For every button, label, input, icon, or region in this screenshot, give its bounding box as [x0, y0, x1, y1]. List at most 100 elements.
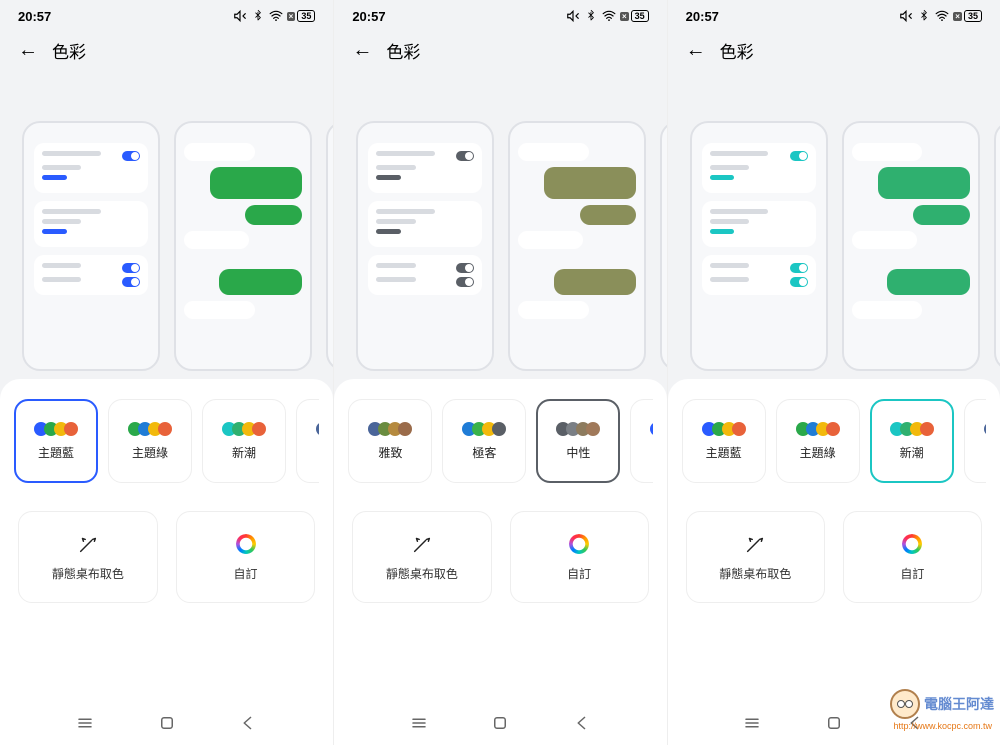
theme-label: 主題綠	[132, 444, 168, 461]
bottom-sheet: 雅致 極客 中性 主題藍 靜態桌布取色	[334, 379, 666, 745]
theme-card-yazhi[interactable]: 雅致	[964, 399, 986, 483]
status-bar: 20:57 × 35	[0, 0, 333, 28]
bottom-sheet: 主題藍 主題綠 新潮 雅致 靜態桌布取色	[668, 379, 1000, 745]
watermark-url: http://www.kocpc.com.tw	[893, 721, 992, 731]
wallpaper-pick-button[interactable]: 靜態桌布取色	[352, 511, 491, 603]
vowifi-icon: ×	[287, 12, 296, 21]
wallpaper-pick-label: 靜態桌布取色	[719, 565, 791, 582]
battery-level: 35	[631, 10, 649, 22]
preview-area[interactable]	[0, 77, 333, 379]
custom-color-button[interactable]: 自訂	[176, 511, 316, 603]
battery-level: 35	[964, 10, 982, 22]
theme-scroll[interactable]: 主題藍 主題綠 新潮 雅致	[14, 399, 319, 483]
preview-settings	[690, 121, 828, 371]
palette-dots	[702, 422, 746, 436]
preview-settings	[356, 121, 494, 371]
theme-scroll[interactable]: 主題藍 主題綠 新潮 雅致	[682, 399, 986, 483]
nav-recents-icon[interactable]	[743, 714, 761, 732]
bluetooth-icon	[917, 9, 931, 23]
preview-area[interactable]	[334, 77, 666, 379]
wand-icon	[77, 533, 99, 555]
mute-icon	[566, 9, 580, 23]
preview-chat	[508, 121, 646, 371]
preview-peek	[994, 121, 1000, 371]
wallpaper-pick-label: 靜態桌布取色	[386, 565, 458, 582]
nav-back-icon[interactable]	[573, 714, 591, 732]
custom-color-label: 自訂	[234, 565, 258, 582]
wallpaper-pick-label: 靜態桌布取色	[52, 565, 124, 582]
wifi-icon	[935, 9, 949, 23]
nav-home-icon[interactable]	[491, 714, 509, 732]
status-bar: 20:57 × 35	[668, 0, 1000, 28]
back-button[interactable]: ←	[352, 39, 372, 62]
wand-icon	[411, 533, 433, 555]
palette-dots	[462, 422, 506, 436]
theme-card-yazhi[interactable]: 雅致	[296, 399, 319, 483]
back-button[interactable]: ←	[686, 39, 706, 62]
theme-card-neutral[interactable]: 中性	[536, 399, 620, 483]
custom-color-label: 自訂	[900, 565, 924, 582]
bluetooth-icon	[584, 9, 598, 23]
nav-back-icon[interactable]	[239, 714, 257, 732]
color-ring-icon	[901, 533, 923, 555]
palette-dots	[650, 422, 652, 436]
panel-1: 20:57 × 35 ← 色彩	[333, 0, 666, 745]
theme-label: 中性	[566, 444, 590, 461]
mute-icon	[899, 9, 913, 23]
palette-dots	[128, 422, 172, 436]
theme-label: 主題藍	[706, 444, 742, 461]
palette-dots	[368, 422, 412, 436]
wifi-icon	[602, 9, 616, 23]
wallpaper-pick-button[interactable]: 靜態桌布取色	[686, 511, 825, 603]
palette-dots	[316, 422, 319, 436]
wifi-icon	[269, 9, 283, 23]
page-title: 色彩	[386, 38, 420, 63]
theme-card-trendy[interactable]: 新潮	[202, 399, 286, 483]
theme-label: 雅致	[378, 444, 402, 461]
nav-recents-icon[interactable]	[410, 714, 428, 732]
nav-home-icon[interactable]	[825, 714, 843, 732]
page-title: 色彩	[52, 38, 86, 63]
panel-2: 20:57 × 35 ← 色彩	[667, 0, 1000, 745]
bottom-sheet: 主題藍 主題綠 新潮 雅致 靜態桌布取色	[0, 379, 333, 745]
wallpaper-pick-button[interactable]: 靜態桌布取色	[18, 511, 158, 603]
nav-recents-icon[interactable]	[76, 714, 94, 732]
theme-label: 主題藍	[38, 444, 74, 461]
theme-card-trendy[interactable]: 新潮	[870, 399, 954, 483]
theme-card-geek[interactable]: 極客	[442, 399, 526, 483]
bluetooth-icon	[251, 9, 265, 23]
palette-dots	[796, 422, 840, 436]
battery-level: 35	[297, 10, 315, 22]
palette-dots	[984, 422, 986, 436]
back-button[interactable]: ←	[18, 39, 38, 62]
theme-card-green[interactable]: 主題綠	[776, 399, 860, 483]
theme-card-green[interactable]: 主題綠	[108, 399, 192, 483]
nav-bar	[348, 705, 652, 745]
theme-label: 新潮	[232, 444, 256, 461]
custom-color-button[interactable]: 自訂	[843, 511, 982, 603]
status-time: 20:57	[18, 9, 51, 24]
wand-icon	[744, 533, 766, 555]
custom-color-button[interactable]: 自訂	[510, 511, 649, 603]
status-bar: 20:57 × 35	[334, 0, 666, 28]
nav-home-icon[interactable]	[158, 714, 176, 732]
theme-card-blue[interactable]: 主題藍	[630, 399, 652, 483]
theme-label: 極客	[472, 444, 496, 461]
preview-peek	[326, 121, 333, 371]
panel-0: 20:57 × 35 ← 色彩	[0, 0, 333, 745]
status-time: 20:57	[352, 9, 385, 24]
preview-chat	[174, 121, 312, 371]
preview-settings	[22, 121, 160, 371]
theme-label: 新潮	[900, 444, 924, 461]
vowifi-icon: ×	[620, 12, 629, 21]
palette-dots	[222, 422, 266, 436]
mute-icon	[233, 9, 247, 23]
theme-card-blue[interactable]: 主題藍	[14, 399, 98, 483]
theme-scroll[interactable]: 雅致 極客 中性 主題藍	[348, 399, 652, 483]
nav-bar	[14, 705, 319, 745]
theme-card-yazhi[interactable]: 雅致	[348, 399, 432, 483]
color-ring-icon	[568, 533, 590, 555]
palette-dots	[34, 422, 78, 436]
theme-card-blue[interactable]: 主題藍	[682, 399, 766, 483]
preview-area[interactable]	[668, 77, 1000, 379]
